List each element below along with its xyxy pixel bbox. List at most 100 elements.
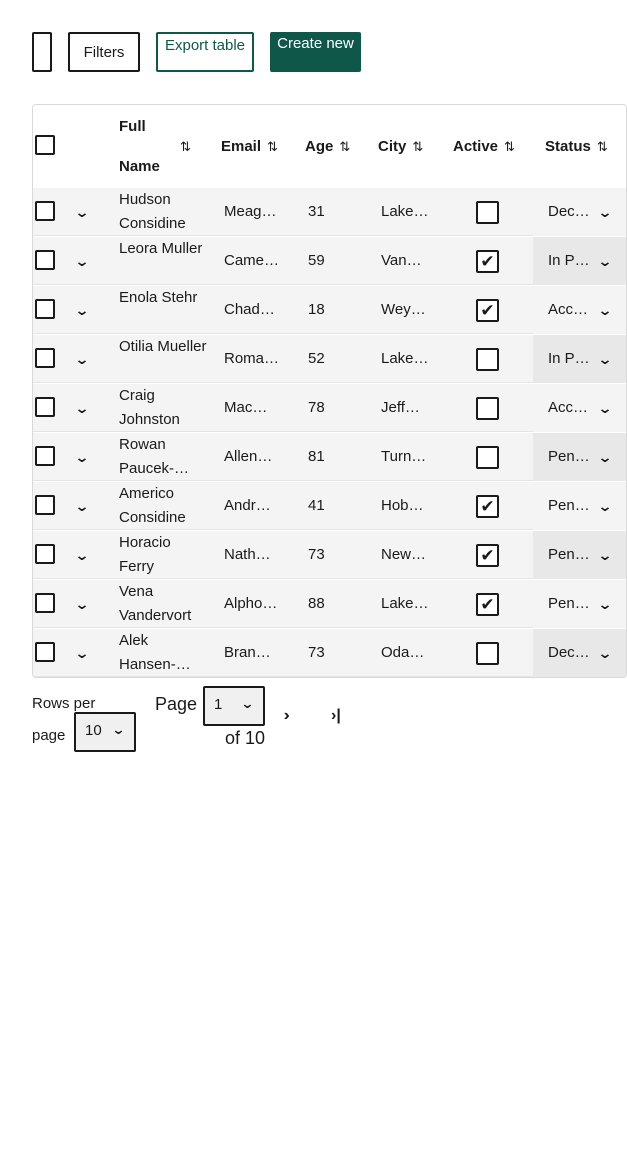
- cell-city: Oda…: [381, 644, 425, 661]
- active-checkbox[interactable]: ✔: [476, 299, 499, 322]
- row-select-checkbox[interactable]: [35, 397, 55, 417]
- chevron-down-icon[interactable]: ⌄: [70, 595, 93, 613]
- table-row: ⌄ Hudson Considine Meag… 31 Lake… Dec… ⌄: [33, 188, 626, 236]
- status-select[interactable]: Dec… ⌄: [533, 629, 626, 677]
- column-header-full-name[interactable]: Full Name ⇅: [119, 105, 199, 188]
- status-select[interactable]: Acc… ⌄: [533, 384, 626, 432]
- table-row: ⌄ Rowan Paucek-… Allen… 81 Turn… Pen… ⌄: [33, 433, 626, 481]
- row-select-checkbox[interactable]: [35, 348, 55, 368]
- sort-icon[interactable]: ⇅: [180, 139, 191, 155]
- rows-per-page-select[interactable]: 10 ⌄: [74, 712, 136, 752]
- table-header: Full Name ⇅ Email ⇅ Age ⇅ City ⇅ Active …: [33, 105, 626, 189]
- table-row: ⌄ Alek Hansen-… Brand… 73 Oda… Dec… ⌄: [33, 629, 626, 677]
- status-value: Pen…: [548, 595, 590, 612]
- chevron-down-icon: ⌄: [597, 546, 613, 563]
- cell-email: Andre…: [224, 497, 279, 514]
- create-new-button[interactable]: Create new: [270, 32, 361, 72]
- sort-icon[interactable]: ⇅: [267, 139, 278, 155]
- status-select[interactable]: Pen… ⌄: [533, 531, 626, 579]
- row-select-checkbox[interactable]: [35, 250, 55, 270]
- sort-icon[interactable]: ⇅: [339, 139, 350, 155]
- chevron-down-icon[interactable]: ⌄: [70, 301, 93, 319]
- checkmark-icon: ✔: [480, 546, 495, 565]
- chevron-down-icon: ⌄: [597, 644, 613, 661]
- active-checkbox[interactable]: [476, 201, 499, 224]
- row-select-checkbox[interactable]: [35, 495, 55, 515]
- status-select[interactable]: Dec… ⌄: [533, 188, 626, 236]
- cell-city: Lake…: [381, 350, 429, 367]
- active-checkbox[interactable]: ✔: [476, 593, 499, 616]
- column-label-full-name: Full Name: [119, 117, 160, 175]
- chevron-down-icon[interactable]: ⌄: [70, 252, 93, 270]
- chevron-down-icon[interactable]: ⌄: [70, 448, 93, 466]
- row-select-checkbox[interactable]: [35, 201, 55, 221]
- data-table: Full Name ⇅ Email ⇅ Age ⇅ City ⇅ Active …: [32, 104, 627, 678]
- select-all-checkbox[interactable]: [35, 135, 55, 155]
- row-select-checkbox[interactable]: [35, 446, 55, 466]
- status-select[interactable]: In P… ⌄: [533, 335, 626, 383]
- cell-email: Meag…: [224, 203, 277, 220]
- chevron-down-icon[interactable]: ⌄: [70, 644, 93, 662]
- chevron-down-icon: ⌄: [597, 252, 613, 269]
- chevron-down-icon: ⌄: [111, 722, 126, 737]
- cell-email: Brand…: [224, 644, 279, 661]
- filters-button[interactable]: Filters: [68, 32, 140, 72]
- column-header-status[interactable]: Status ⇅: [545, 105, 608, 188]
- status-select[interactable]: Pen… ⌄: [533, 433, 626, 481]
- page-select[interactable]: 1 ⌄: [203, 686, 265, 726]
- chevron-down-icon[interactable]: ⌄: [70, 399, 93, 417]
- chevron-down-icon[interactable]: ⌄: [70, 497, 93, 515]
- chevron-down-icon[interactable]: ⌄: [70, 350, 93, 368]
- column-label-status: Status: [545, 138, 591, 155]
- column-label-active: Active: [453, 138, 499, 155]
- column-header-active[interactable]: Active ⇅: [453, 105, 515, 188]
- row-select-checkbox[interactable]: [35, 642, 55, 662]
- status-value: In P…: [548, 252, 590, 269]
- sort-icon[interactable]: ⇅: [412, 139, 423, 155]
- table-row: ⌄ Enola Stehr Chad… 18 Wey… ✔ Acc… ⌄: [33, 286, 626, 334]
- active-checkbox[interactable]: ✔: [476, 250, 499, 273]
- status-select[interactable]: In P… ⌄: [533, 237, 626, 285]
- column-header-age[interactable]: Age ⇅: [305, 105, 350, 188]
- next-page-button[interactable]: ›: [283, 707, 289, 725]
- toolbar-blank-button[interactable]: [32, 32, 52, 72]
- cell-city: Lake…: [381, 203, 429, 220]
- chevron-down-icon: ⌄: [597, 350, 613, 367]
- last-page-button[interactable]: ›|: [331, 707, 341, 725]
- active-checkbox[interactable]: [476, 446, 499, 469]
- cell-city: Wey…: [381, 301, 426, 318]
- column-header-city[interactable]: City ⇅: [378, 105, 423, 188]
- row-select-checkbox[interactable]: [35, 593, 55, 613]
- cell-email: Mac…: [224, 399, 268, 416]
- cell-full-name: Leora Muller: [119, 240, 203, 257]
- table-row: ⌄ Vena Vandervort Alpho… 88 Lake… ✔ Pen… ⌄: [33, 580, 626, 628]
- status-select[interactable]: Pen… ⌄: [533, 580, 626, 628]
- checkmark-icon: ✔: [480, 301, 495, 320]
- status-select[interactable]: Acc… ⌄: [533, 286, 626, 334]
- cell-city: Hob…: [381, 497, 424, 514]
- active-checkbox[interactable]: ✔: [476, 495, 499, 518]
- active-checkbox[interactable]: [476, 348, 499, 371]
- cell-email: Roma…: [224, 350, 279, 367]
- row-select-checkbox[interactable]: [35, 299, 55, 319]
- table-row: ⌄ Otilia Mueller Roma… 52 Lake… In P… ⌄: [33, 335, 626, 383]
- cell-full-name: Vena Vandervort: [119, 583, 192, 624]
- pagination: Rows per page 10 ⌄ Page 1 ⌄ of 10 › ›|: [32, 686, 392, 756]
- chevron-down-icon: ⌄: [597, 595, 613, 612]
- chevron-down-icon[interactable]: ⌄: [70, 546, 93, 564]
- cell-age: 59: [308, 252, 325, 269]
- chevron-down-icon[interactable]: ⌄: [70, 203, 93, 221]
- active-checkbox[interactable]: [476, 642, 499, 665]
- cell-email: Chad…: [224, 301, 275, 318]
- status-value: Dec…: [548, 203, 590, 220]
- row-select-checkbox[interactable]: [35, 544, 55, 564]
- status-select[interactable]: Pen… ⌄: [533, 482, 626, 530]
- active-checkbox[interactable]: [476, 397, 499, 420]
- cell-city: Turn…: [381, 448, 427, 465]
- export-table-button[interactable]: Export table: [156, 32, 254, 72]
- cell-city: Lake…: [381, 595, 429, 612]
- sort-icon[interactable]: ⇅: [504, 139, 515, 155]
- sort-icon[interactable]: ⇅: [597, 139, 608, 155]
- column-header-email[interactable]: Email ⇅: [221, 105, 278, 188]
- active-checkbox[interactable]: ✔: [476, 544, 499, 567]
